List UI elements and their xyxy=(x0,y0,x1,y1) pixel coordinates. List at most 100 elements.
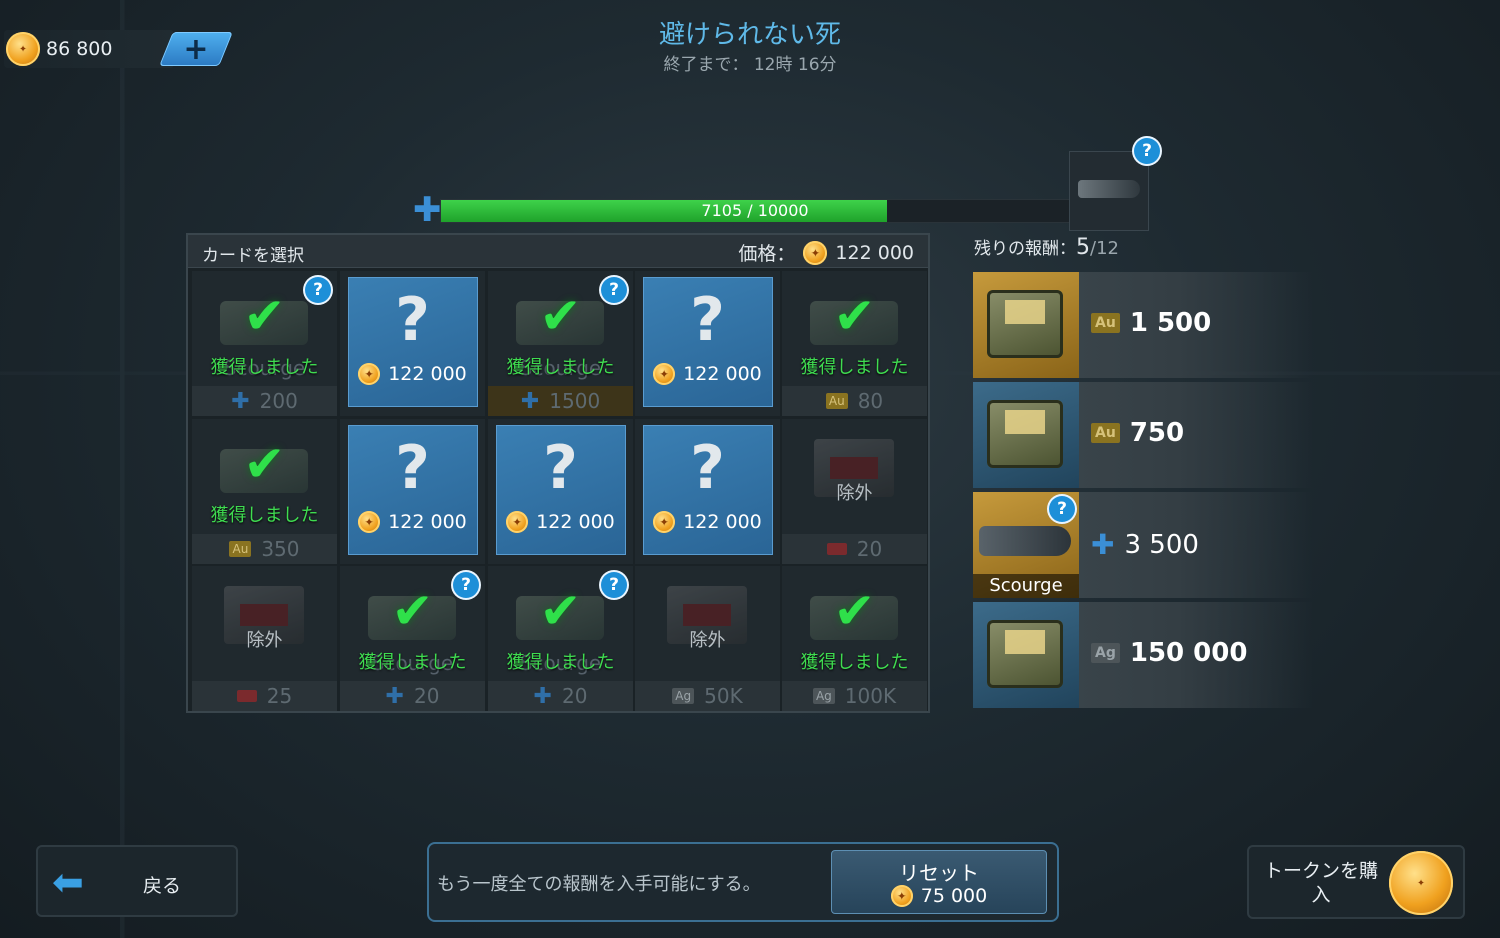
token-coin-icon xyxy=(653,511,676,533)
mystery-card[interactable]: ? 122 000 xyxy=(488,419,633,564)
obtained-card[interactable]: ✔ 獲得しました Ag 100K xyxy=(782,566,927,711)
obtained-label: 獲得しました xyxy=(800,357,909,378)
token-coin-icon xyxy=(358,363,381,385)
silver-icon: Ag xyxy=(672,688,695,704)
card-reward-amount: ✚ 1500 xyxy=(488,386,633,416)
obtained-label: 獲得しました xyxy=(800,652,909,673)
reward-amount: 1 500 xyxy=(1129,308,1212,338)
card-price: 価格： 122 000 xyxy=(738,239,914,266)
mystery-card[interactable]: ? 122 000 xyxy=(340,419,485,564)
card-price-value: 122 000 xyxy=(683,363,762,385)
reward-amount: 25 xyxy=(266,684,293,708)
reset-button[interactable]: リセット 75 000 xyxy=(831,850,1047,914)
excluded-card[interactable]: 除外 25 xyxy=(192,566,337,711)
question-mark-icon: ? xyxy=(690,433,725,503)
obtained-card[interactable]: ✔ 獲得しました Au 80 xyxy=(782,271,927,416)
card-selection-panel: カードを選択 価格： 122 000 Scourge✔獲得しました✚200? 12… xyxy=(186,233,930,713)
obtained-card[interactable]: Scourge ✔ 獲得しました ✚ 20 xyxy=(488,566,633,711)
checkmark-icon: ✔ xyxy=(833,287,876,345)
back-button[interactable]: ⬅ 戻る xyxy=(36,845,238,917)
reward-amount: 50K xyxy=(704,684,743,708)
obtained-label: 獲得しました xyxy=(358,652,467,673)
reward-row: Au 750 xyxy=(973,382,1313,488)
help-icon[interactable] xyxy=(601,572,627,598)
buy-tokens-button[interactable]: トークンを購入 xyxy=(1247,845,1465,919)
obtained-card[interactable]: Scourge ✔ 獲得しました ✚ 200 xyxy=(192,271,337,416)
gold-icon: Au xyxy=(825,393,848,409)
card-reward-amount: Ag 50K xyxy=(635,681,780,711)
card-reward-amount: Au 80 xyxy=(782,386,927,416)
obtained-label: 獲得しました xyxy=(506,357,615,378)
reward-value: ✚ 3 500 xyxy=(1091,528,1199,561)
question-mark-icon: ? xyxy=(395,433,430,503)
weapon-icon xyxy=(979,526,1071,556)
reward-amount: 80 xyxy=(857,389,884,413)
reward-thumbnail xyxy=(973,272,1079,378)
reward-value: Au 750 xyxy=(1091,418,1184,448)
token-coin-icon xyxy=(653,363,676,385)
back-label: 戻る xyxy=(143,875,182,897)
card-price-value: 122 000 xyxy=(536,511,615,533)
question-mark-icon: ? xyxy=(543,433,578,503)
obtained-card[interactable]: Scourge ✔ 獲得しました ✚ 1500 xyxy=(488,271,633,416)
card-price: 122 000 xyxy=(488,511,633,533)
card-price: 122 000 xyxy=(635,363,780,385)
help-icon[interactable] xyxy=(1134,138,1160,164)
mystery-card[interactable]: ? 122 000 xyxy=(340,271,485,416)
reset-cost-value: 75 000 xyxy=(920,885,988,907)
weapon-icon xyxy=(1078,180,1140,198)
checkmark-icon: ✔ xyxy=(833,582,876,640)
token-coin-icon xyxy=(1389,851,1453,915)
card-reward-amount: Au 350 xyxy=(192,534,337,564)
obtained-card[interactable]: ✔ 獲得しました Au 350 xyxy=(192,419,337,564)
buy-tokens-label: トークンを購入 xyxy=(1263,860,1378,906)
reset-cost: 75 000 xyxy=(832,885,1046,907)
mystery-card[interactable]: ? 122 000 xyxy=(635,419,780,564)
help-icon[interactable] xyxy=(1049,496,1075,522)
reward-amount: 20 xyxy=(413,684,440,708)
obtained-label: 獲得しました xyxy=(210,505,319,526)
key-icon xyxy=(236,690,257,702)
card-price: 122 000 xyxy=(340,363,485,385)
token-coin-icon xyxy=(506,511,529,533)
help-icon[interactable] xyxy=(453,572,479,598)
reward-amount: 100K xyxy=(844,684,897,708)
back-arrow-icon: ⬅ xyxy=(52,860,84,904)
gold-icon: Au xyxy=(1091,313,1120,333)
reward-thumbnail: Scourge xyxy=(973,492,1079,598)
gold-icon: Au xyxy=(1091,423,1120,443)
excluded-card[interactable]: 除外 Ag 50K xyxy=(635,566,780,711)
crate-icon xyxy=(987,620,1063,688)
card-price-value: 122 000 xyxy=(388,511,467,533)
panel-header: カードを選択 価格： 122 000 xyxy=(188,235,928,268)
remaining-label: 残りの報酬： xyxy=(974,239,1076,259)
reset-message: もう一度全ての報酬を入手可能にする。 xyxy=(437,874,761,895)
card-price: 122 000 xyxy=(340,511,485,533)
crate-icon xyxy=(987,290,1063,358)
card-reward-amount: ✚ 20 xyxy=(340,681,485,711)
help-icon[interactable] xyxy=(305,277,331,303)
puzzle-piece-icon: ✚ xyxy=(231,388,250,414)
puzzle-piece-icon: ✚ xyxy=(520,388,540,414)
mystery-card[interactable]: ? 122 000 xyxy=(635,271,780,416)
obtained-label: 獲得しました xyxy=(506,652,615,673)
puzzle-piece-icon: ✚ xyxy=(385,683,404,709)
card-price-value: 122 000 xyxy=(683,511,762,533)
reward-value: Ag 150 000 xyxy=(1091,638,1247,668)
price-value: 122 000 xyxy=(835,241,914,264)
final-reward-weapon[interactable] xyxy=(1069,151,1149,231)
silver-icon: Ag xyxy=(812,688,835,704)
help-icon[interactable] xyxy=(601,277,627,303)
progress-text: 7105 / 10000 xyxy=(701,201,809,220)
token-coin-icon xyxy=(803,240,828,265)
reward-thumbnail xyxy=(973,602,1079,708)
remaining-rewards: 残りの報酬：5/12 xyxy=(974,234,1119,260)
obtained-card[interactable]: Scourge ✔ 獲得しました ✚ 20 xyxy=(340,566,485,711)
reset-panel: もう一度全ての報酬を入手可能にする。 リセット 75 000 xyxy=(427,842,1059,922)
excluded-card[interactable]: 除外 20 xyxy=(782,419,927,564)
reward-amount: 150 000 xyxy=(1129,638,1248,668)
card-price-value: 122 000 xyxy=(388,363,467,385)
progress-bar: 7105 / 10000 xyxy=(440,199,1070,223)
price-label: 価格： xyxy=(738,243,796,265)
reset-label: リセット xyxy=(899,861,979,885)
